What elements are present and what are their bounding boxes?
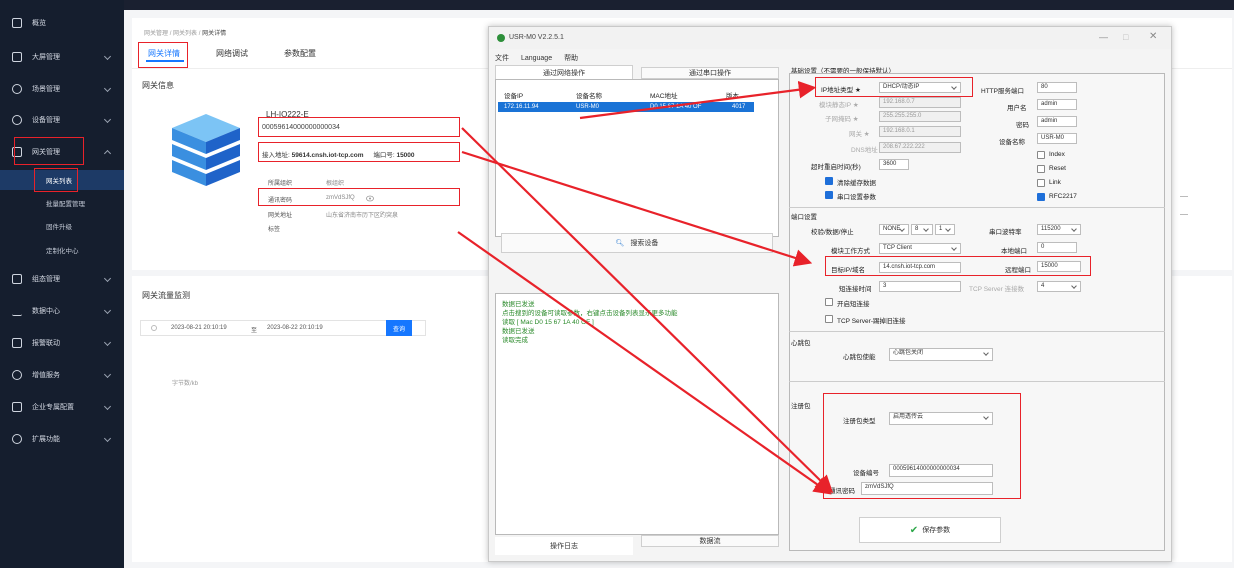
arrow-password-to-register-pwd: [457, 231, 832, 495]
arrow-sn-to-register-sn: [461, 127, 834, 494]
arrow-device-to-iptype: [579, 80, 817, 120]
arrow-access-to-target: [461, 150, 813, 267]
annotation-arrows: [457, 80, 834, 495]
